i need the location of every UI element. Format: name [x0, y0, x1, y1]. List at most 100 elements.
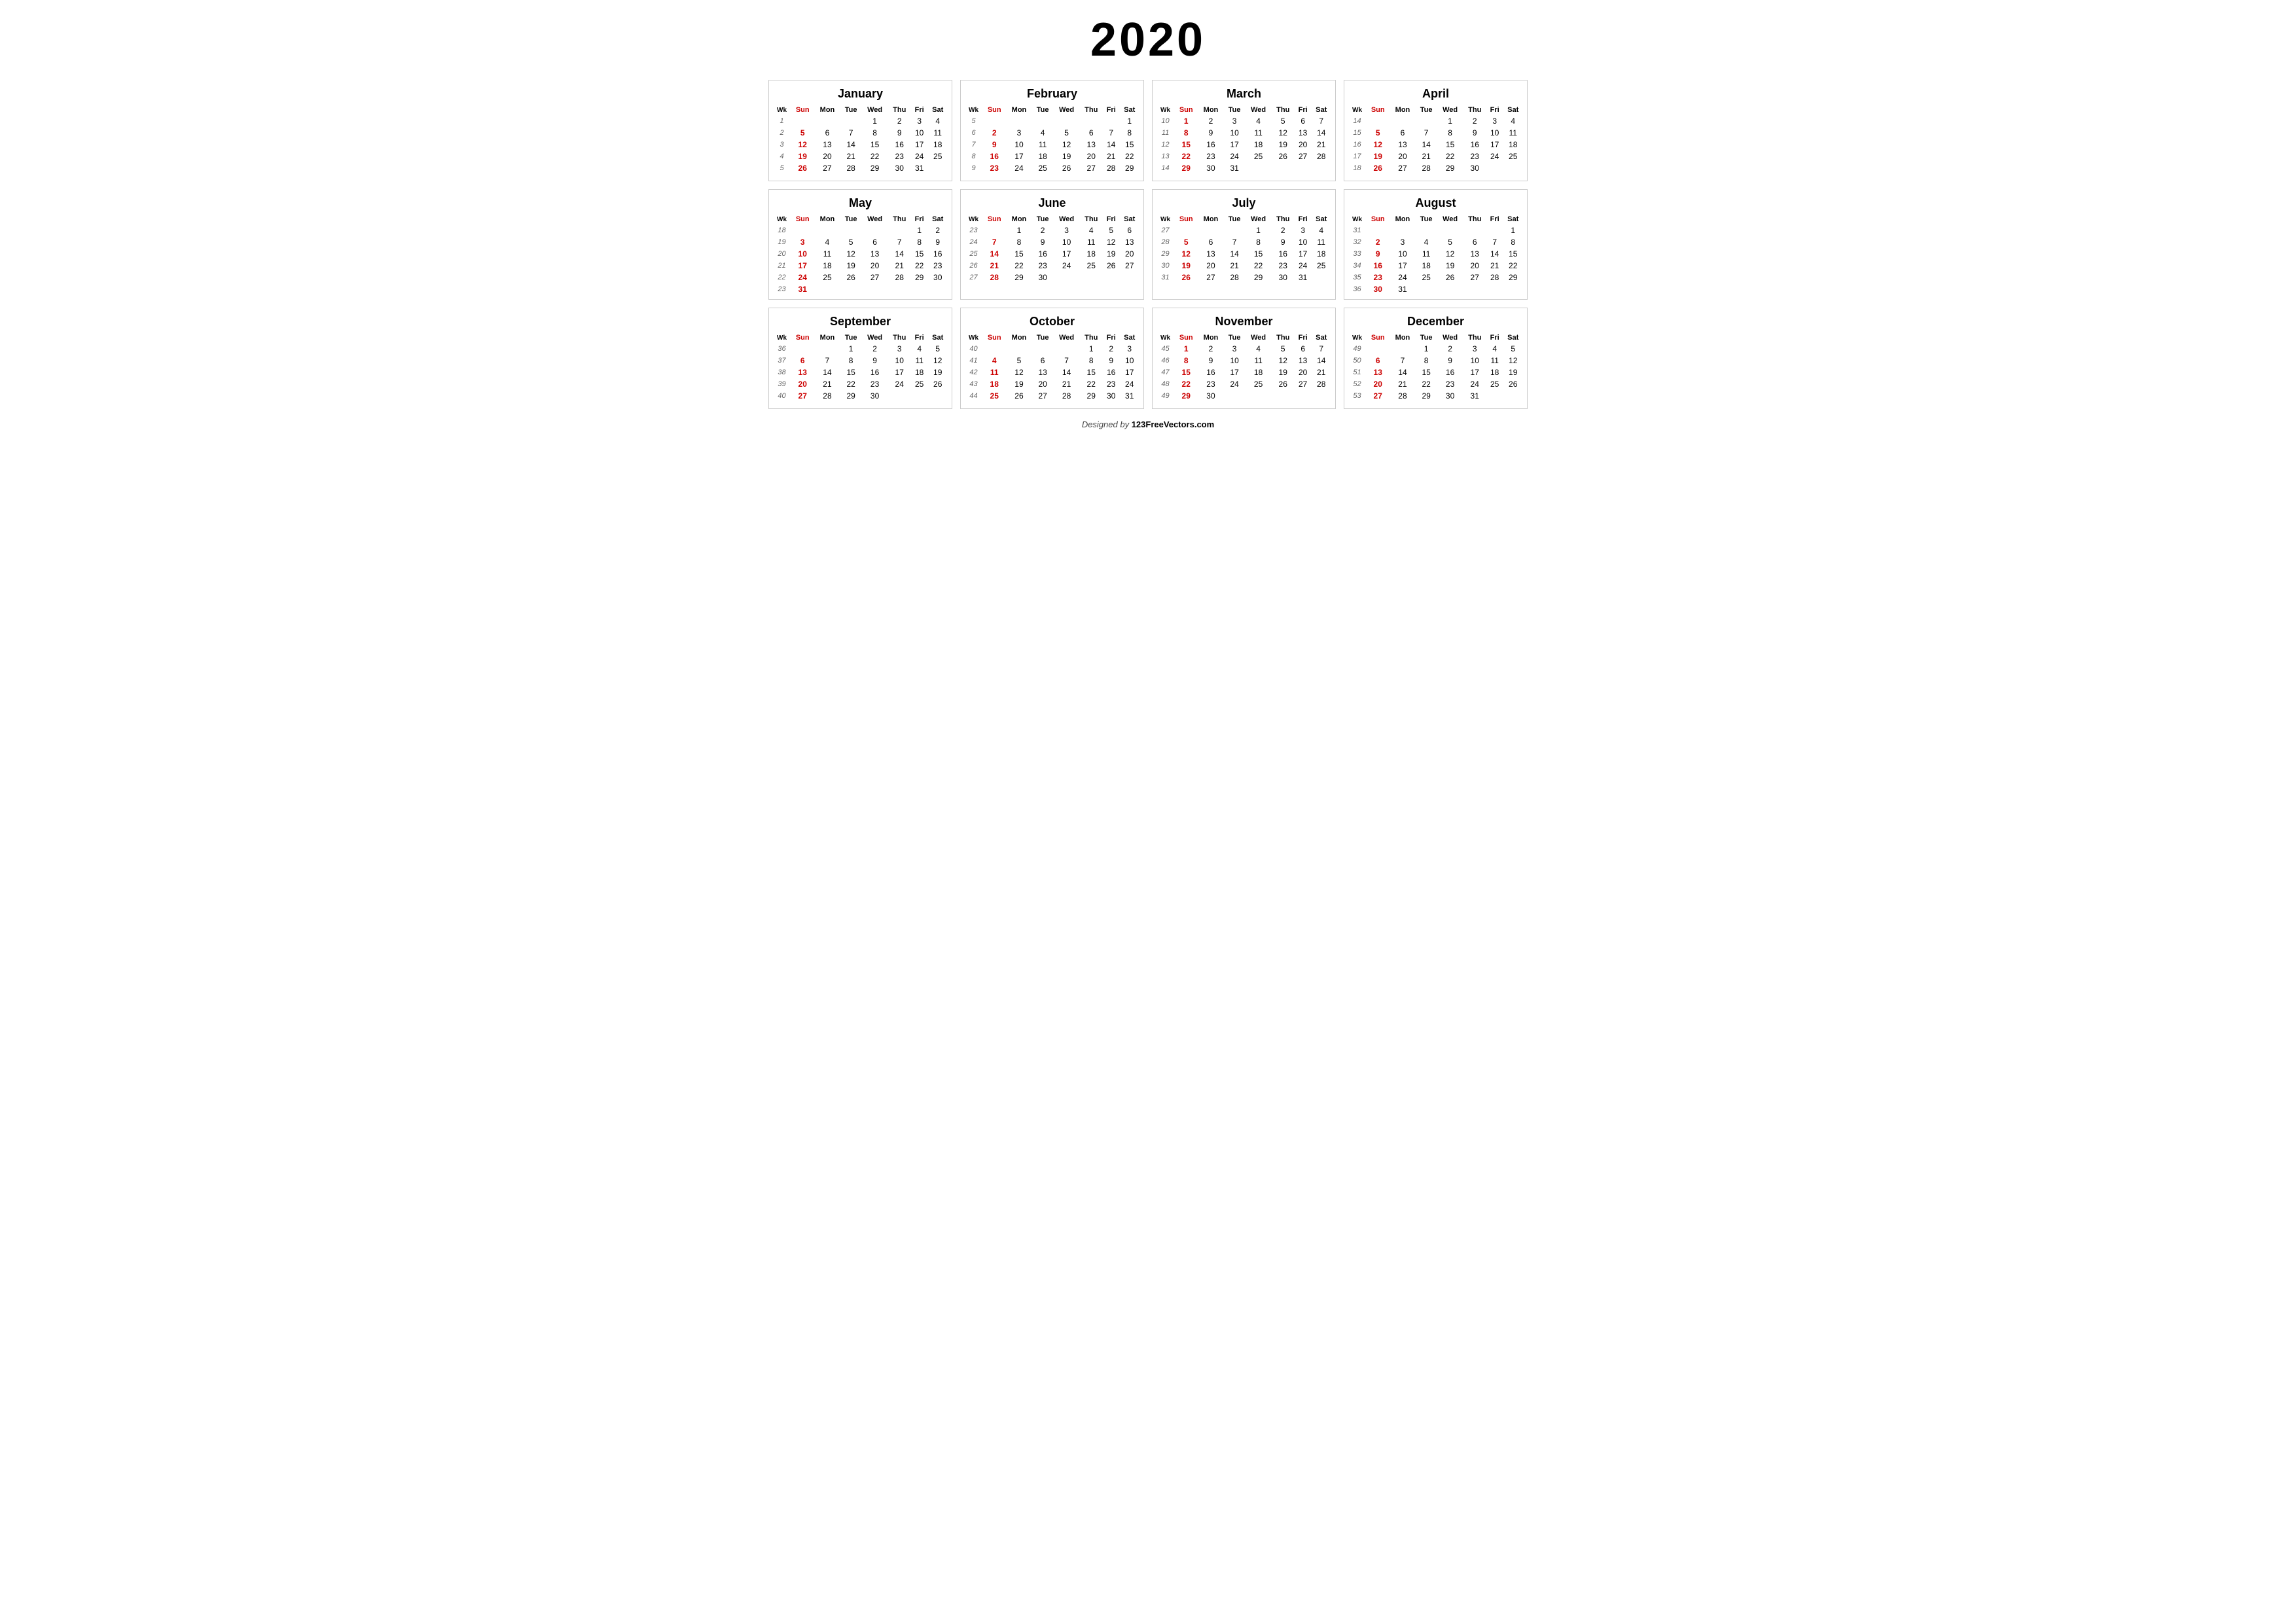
col-header-sat: Sat [1119, 332, 1139, 343]
day-cell: 2 [1032, 224, 1054, 236]
week-row: 3019202122232425 [1157, 260, 1331, 272]
col-header-wk: Wk [1348, 214, 1366, 224]
day-cell: 24 [1486, 151, 1503, 162]
day-cell [1032, 283, 1054, 286]
day-cell: 7 [1311, 343, 1331, 355]
month-block-october: OctoberWkSunMonTueWedThuFriSat4012341456… [960, 308, 1144, 409]
col-header-thu: Thu [1272, 214, 1295, 224]
day-cell: 24 [1054, 260, 1080, 272]
day-cell: 3 [1295, 224, 1312, 236]
day-cell: 15 [1174, 366, 1198, 378]
day-cell: 6 [1032, 355, 1054, 366]
col-header-mon: Mon [1198, 105, 1223, 115]
week-number: 49 [1157, 390, 1174, 402]
day-cell: 12 [927, 355, 948, 366]
col-header-wed: Wed [1437, 105, 1463, 115]
col-header-tue: Tue [840, 214, 862, 224]
day-cell [840, 402, 862, 404]
day-cell [814, 283, 840, 295]
day-cell: 10 [1463, 355, 1486, 366]
day-cell: 19 [1054, 151, 1080, 162]
day-cell: 1 [1503, 224, 1523, 236]
week-number: 38 [773, 366, 791, 378]
day-cell: 18 [814, 260, 840, 272]
day-cell: 8 [1080, 355, 1103, 366]
day-cell: 28 [814, 390, 840, 402]
day-cell: 24 [911, 151, 928, 162]
day-cell [888, 390, 911, 402]
month-table: WkSunMonTueWedThuFriSat18121934567892010… [773, 214, 948, 295]
col-header-sun: Sun [1174, 105, 1198, 115]
week-number [965, 402, 982, 404]
day-cell: 16 [1198, 366, 1223, 378]
day-cell [1054, 272, 1080, 283]
day-cell: 25 [927, 151, 948, 162]
week-number: 23 [773, 283, 791, 295]
col-header-wk: Wk [1157, 214, 1174, 224]
day-cell: 19 [791, 151, 814, 162]
col-header-sun: Sun [791, 105, 814, 115]
day-cell: 5 [1272, 115, 1295, 127]
col-header-tue: Tue [1416, 214, 1437, 224]
col-header-tue: Tue [1416, 105, 1437, 115]
day-cell [1295, 402, 1312, 404]
month-block-december: DecemberWkSunMonTueWedThuFriSat491234550… [1344, 308, 1528, 409]
day-cell: 14 [1416, 139, 1437, 151]
day-cell: 25 [1503, 151, 1523, 162]
day-cell: 10 [888, 355, 911, 366]
day-cell: 7 [982, 236, 1006, 248]
day-cell [814, 174, 840, 177]
day-cell [1437, 224, 1463, 236]
week-row: 2567891011 [773, 127, 948, 139]
day-cell [840, 115, 862, 127]
day-cell [1295, 390, 1312, 402]
day-cell [1311, 283, 1331, 286]
day-cell [1390, 224, 1415, 236]
day-cell: 25 [1080, 260, 1103, 272]
week-number: 40 [965, 343, 982, 355]
day-cell: 14 [814, 366, 840, 378]
day-cell: 16 [1198, 139, 1223, 151]
day-cell: 22 [1119, 151, 1139, 162]
col-header-sat: Sat [927, 214, 948, 224]
day-cell: 7 [1390, 355, 1415, 366]
day-cell: 10 [1390, 248, 1415, 260]
week-number: 31 [1348, 224, 1366, 236]
day-cell: 29 [1174, 162, 1198, 174]
col-header-fri: Fri [1486, 105, 1503, 115]
day-cell [1198, 174, 1223, 177]
col-header-wed: Wed [862, 332, 888, 343]
week-number: 26 [965, 260, 982, 272]
day-cell: 20 [1366, 378, 1390, 390]
day-cell: 15 [1119, 139, 1139, 151]
week-number: 2 [773, 127, 791, 139]
day-cell [1463, 283, 1486, 295]
day-cell: 1 [862, 115, 888, 127]
day-cell [1054, 402, 1080, 404]
week-number: 9 [965, 162, 982, 174]
col-header-wed: Wed [1054, 214, 1080, 224]
day-cell: 23 [1437, 378, 1463, 390]
col-header-mon: Mon [814, 332, 840, 343]
day-cell: 5 [1054, 127, 1080, 139]
col-header-wk: Wk [965, 214, 982, 224]
day-cell: 10 [1054, 236, 1080, 248]
day-cell: 3 [791, 236, 814, 248]
col-header-wed: Wed [862, 105, 888, 115]
day-cell [1054, 283, 1080, 286]
day-cell: 1 [1246, 224, 1272, 236]
day-cell: 25 [1416, 272, 1437, 283]
day-cell: 31 [1390, 283, 1415, 295]
day-cell [862, 402, 888, 404]
day-cell: 3 [1054, 224, 1080, 236]
day-cell [1246, 162, 1272, 174]
day-cell: 24 [1390, 272, 1415, 283]
week-row: 363031 [1348, 283, 1523, 295]
week-number: 48 [1157, 378, 1174, 390]
day-cell: 30 [888, 162, 911, 174]
day-cell: 9 [1437, 355, 1463, 366]
day-cell: 12 [1174, 248, 1198, 260]
day-cell: 7 [1054, 355, 1080, 366]
day-cell [1272, 174, 1295, 177]
week-row: 40123 [965, 343, 1139, 355]
